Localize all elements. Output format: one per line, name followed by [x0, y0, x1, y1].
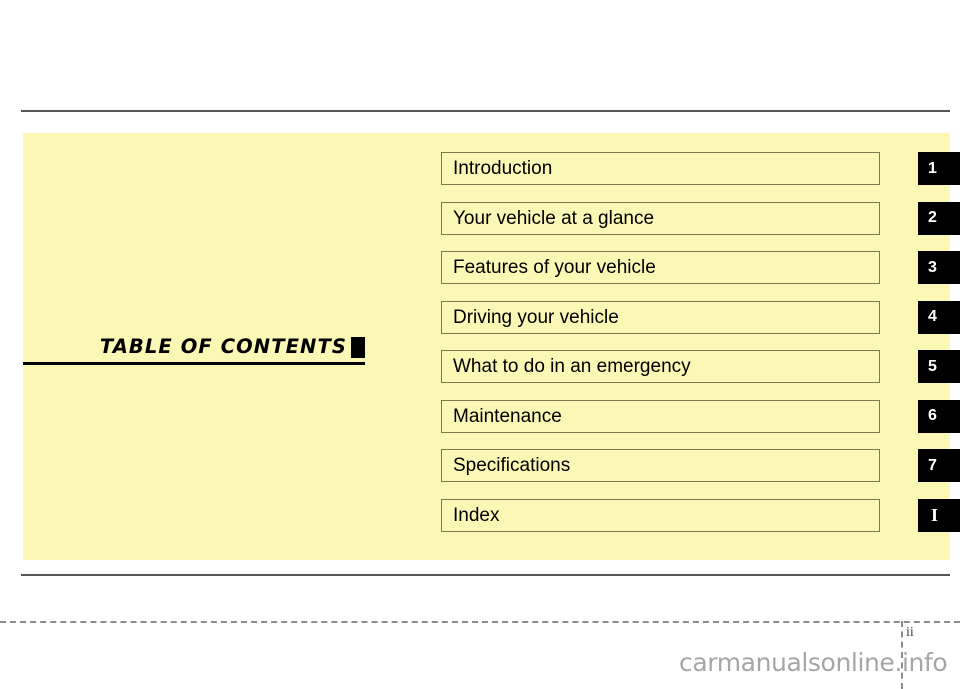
toc-row: Your vehicle at a glance 2 — [441, 201, 960, 235]
table-of-contents-list: Introduction 1 Your vehicle at a glance 2 Fe… — [441, 152, 960, 532]
table-of-contents-panel: TABLE OF CONTENTS Introduction 1 Your vehi… — [23, 133, 960, 560]
toc-entry-2[interactable]: Your vehicle at a glance — [441, 201, 880, 235]
toc-entry-5[interactable]: What to do in an emergency — [441, 350, 880, 383]
title-end-marker — [351, 337, 365, 358]
title-underline — [23, 362, 365, 365]
toc-entry-label: Driving your vehicle — [453, 306, 619, 328]
toc-tab-label: 5 — [928, 357, 937, 375]
toc-row: Driving your vehicle 4 — [441, 300, 960, 334]
toc-entry-label: Maintenance — [453, 405, 562, 427]
page-title-block: TABLE OF CONTENTS — [23, 323, 365, 365]
toc-entry-6[interactable]: Maintenance — [441, 399, 880, 433]
footer-dashed-horizontal-line — [0, 621, 960, 623]
toc-tab-I[interactable]: I — [918, 498, 960, 532]
toc-entry-label: Introduction — [453, 158, 553, 179]
top-horizontal-rule — [21, 110, 950, 112]
toc-entry-8[interactable]: Index — [441, 498, 880, 532]
toc-tab-3[interactable]: 3 — [918, 251, 960, 284]
toc-tab-5[interactable]: 5 — [918, 350, 960, 383]
toc-row: What to do in an emergency 5 — [441, 350, 960, 383]
toc-entry-label: What to do in an emergency — [453, 356, 691, 377]
toc-tab-label: I — [931, 505, 939, 525]
bottom-horizontal-rule — [21, 574, 950, 576]
toc-tab-label: 6 — [928, 407, 937, 424]
toc-tab-label: 7 — [928, 456, 937, 474]
toc-entry-label: Specifications — [453, 455, 571, 476]
toc-entry-label: Your vehicle at a glance — [453, 207, 655, 229]
toc-entry-label: Index — [453, 504, 500, 526]
page-title: TABLE OF CONTENTS — [99, 334, 347, 358]
toc-row: Introduction 1 — [441, 152, 960, 185]
toc-entry-label: Features of your vehicle — [453, 257, 656, 278]
toc-row: Specifications 7 — [441, 449, 960, 482]
toc-row: Features of your vehicle 3 — [441, 251, 960, 284]
toc-tab-label: 3 — [928, 258, 937, 276]
toc-row: Maintenance 6 — [441, 399, 960, 433]
toc-entry-7[interactable]: Specifications — [441, 449, 880, 482]
toc-entry-3[interactable]: Features of your vehicle — [441, 251, 880, 284]
toc-row: Index I — [441, 498, 960, 532]
toc-tab-6[interactable]: 6 — [918, 399, 960, 433]
toc-tab-2[interactable]: 2 — [918, 201, 960, 235]
page-number: ii — [906, 625, 914, 640]
toc-tab-label: 4 — [928, 308, 937, 325]
toc-tab-4[interactable]: 4 — [918, 300, 960, 334]
document-page: TABLE OF CONTENTS Introduction 1 Your vehi… — [0, 0, 960, 689]
site-watermark: carmanualsonline.info — [679, 648, 948, 677]
toc-entry-1[interactable]: Introduction — [441, 152, 880, 185]
toc-tab-label: 2 — [928, 209, 937, 226]
toc-tab-1[interactable]: 1 — [918, 152, 960, 185]
toc-tab-label: 1 — [928, 159, 937, 177]
toc-entry-4[interactable]: Driving your vehicle — [441, 300, 880, 334]
toc-tab-7[interactable]: 7 — [918, 449, 960, 482]
